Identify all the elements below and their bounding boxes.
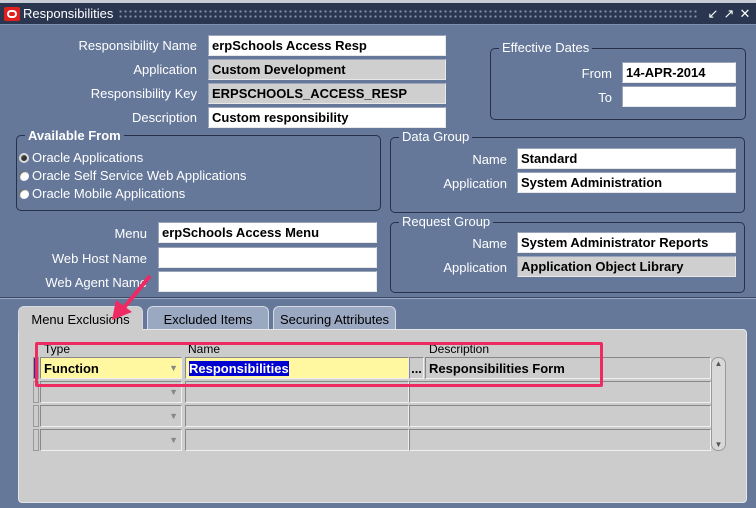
radio-label: Oracle Applications (32, 150, 144, 165)
description-cell[interactable] (409, 405, 711, 427)
radio-self-service-web[interactable]: Oracle Self Service Web Applications (19, 168, 246, 183)
available-from-title: Available From (25, 128, 124, 143)
grid-scrollbar[interactable]: ▲ ▼ (711, 357, 726, 451)
description-cell[interactable] (409, 429, 711, 451)
name-cell[interactable] (185, 405, 409, 427)
column-header-name: Name (188, 342, 221, 356)
request-group-application-field[interactable]: Application Object Library (517, 256, 736, 277)
request-group-name-field[interactable]: System Administrator Reports (517, 232, 736, 253)
data-group-title: Data Group (399, 129, 473, 144)
dropdown-arrow-icon[interactable]: ▼ (169, 411, 178, 421)
oracle-logo-icon (4, 7, 20, 21)
type-cell[interactable]: ▼ (40, 405, 182, 427)
row-selector[interactable] (33, 381, 39, 403)
row-selector[interactable] (33, 429, 39, 451)
column-header-description: Description (429, 342, 490, 356)
data-group-name-label: Name (472, 152, 507, 167)
from-date-field[interactable]: 14-APR-2014 (622, 62, 736, 83)
radio-icon (19, 189, 29, 199)
name-cell[interactable] (185, 429, 409, 451)
data-group-name-field[interactable]: Standard (517, 148, 736, 169)
scroll-down-icon[interactable]: ▼ (712, 440, 725, 449)
from-label: From (581, 66, 612, 81)
name-cell[interactable]: Responsibilities (185, 357, 409, 379)
responsibility-name-label: Responsibility Name (78, 38, 198, 53)
radio-icon (19, 171, 29, 181)
title-bar[interactable]: Responsibilities ↙ ↗ ✕ (0, 3, 756, 25)
effective-dates-title: Effective Dates (499, 40, 593, 55)
request-group-name-label: Name (472, 236, 507, 251)
to-label: To (598, 90, 612, 105)
row-selector[interactable] (33, 405, 39, 427)
radio-oracle-applications[interactable]: Oracle Applications (19, 150, 143, 165)
responsibility-key-field[interactable]: ERPSCHOOLS_ACCESS_RESP (208, 83, 446, 104)
lov-button[interactable]: ... (409, 357, 424, 379)
radio-label: Oracle Mobile Applications (32, 186, 186, 201)
type-cell[interactable]: ▼ (40, 429, 182, 451)
responsibility-key-label: Responsibility Key (90, 86, 197, 101)
window-title: Responsibilities (23, 6, 114, 21)
application-label: Application (133, 62, 197, 77)
effective-dates-group: Effective Dates (490, 40, 746, 120)
dropdown-arrow-icon[interactable]: ▼ (169, 363, 178, 373)
minimize-icon[interactable]: ↙ (706, 6, 720, 22)
web-host-name-label: Web Host Name (51, 251, 147, 266)
scroll-up-icon[interactable]: ▲ (712, 359, 725, 368)
arrow-annotation-icon (112, 274, 152, 320)
menu-field[interactable]: erpSchools Access Menu (158, 222, 377, 243)
data-group-application-label: Application (443, 176, 507, 191)
maximize-icon[interactable]: ↗ (722, 6, 736, 22)
type-cell[interactable]: Function ▼ (40, 357, 182, 379)
description-cell[interactable]: Responsibilities Form (425, 357, 711, 379)
close-icon[interactable]: ✕ (738, 6, 752, 22)
data-group-application-field[interactable]: System Administration (517, 172, 736, 193)
radio-selected-icon (19, 153, 29, 163)
menu-label: Menu (114, 226, 147, 241)
type-cell[interactable]: ▼ (40, 381, 182, 403)
name-cell[interactable] (185, 381, 409, 403)
dropdown-arrow-icon[interactable]: ▼ (169, 435, 178, 445)
request-group-application-label: Application (443, 260, 507, 275)
description-field[interactable]: Custom responsibility (208, 107, 446, 128)
description-cell[interactable] (409, 381, 711, 403)
title-bar-grip (118, 9, 698, 19)
description-value: Responsibilities Form (429, 361, 565, 376)
name-value: Responsibilities (189, 361, 289, 376)
column-header-type: Type (44, 342, 71, 356)
tab-excluded-items[interactable]: Excluded Items (147, 306, 269, 330)
to-date-field[interactable] (622, 86, 736, 107)
responsibility-name-field[interactable]: erpSchools Access Resp (208, 35, 446, 56)
description-label: Description (131, 110, 197, 125)
dropdown-arrow-icon[interactable]: ▼ (169, 387, 178, 397)
row-selector[interactable] (33, 357, 39, 379)
type-value: Function (44, 361, 99, 376)
tab-securing-attributes[interactable]: Securing Attributes (273, 306, 396, 330)
application-field[interactable]: Custom Development (208, 59, 446, 80)
request-group-title: Request Group (399, 214, 494, 229)
radio-mobile-applications[interactable]: Oracle Mobile Applications (19, 186, 185, 201)
web-host-name-field[interactable] (158, 247, 377, 268)
web-agent-name-field[interactable] (158, 271, 377, 292)
radio-label: Oracle Self Service Web Applications (32, 168, 247, 183)
